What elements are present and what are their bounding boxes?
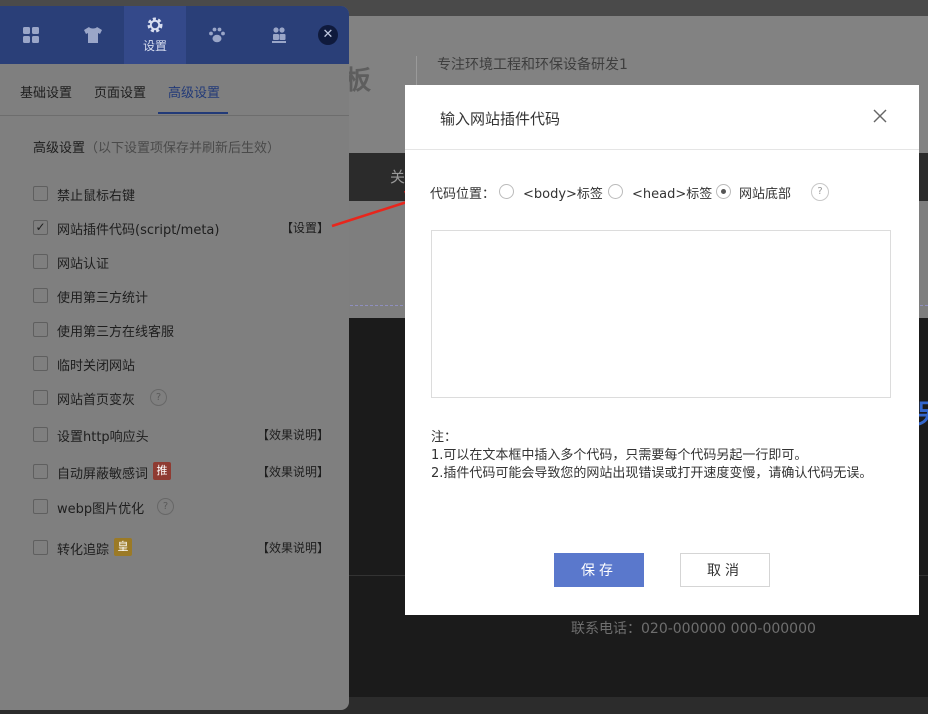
checkbox[interactable] [33,427,48,442]
option-conversion-tracking: 转化追踪 皇 【效果说明】 [33,538,333,558]
radio-footer[interactable] [716,184,731,199]
plugin-code-settings-link[interactable]: 【设置】 [281,219,329,236]
dialog-title: 输入网站插件代码 [440,110,561,128]
checkbox-checked[interactable]: ✓ [33,220,48,235]
tab-theme[interactable] [62,6,124,64]
settings-subtabs: 基础设置 页面设置 高级设置 [0,64,349,116]
panel-close-button[interactable]: ✕ [318,25,338,45]
option-label: webp图片优化 [57,502,145,517]
effect-description-link[interactable]: 【效果说明】 [257,426,329,443]
section-title: 高级设置（以下设置项保存并刷新后生效） [33,137,280,156]
note-line: 1.可以在文本框中插入多个代码，只需要每个代码另起一行即可。 [431,448,808,463]
radio-footer-label[interactable]: 网站底部 [739,183,791,202]
recommended-badge: 推 [153,462,171,480]
tab-basic-settings[interactable]: 基础设置 [20,82,72,101]
checkbox[interactable] [33,254,48,269]
option-third-party-stats: 使用第三方统计 [33,286,333,306]
checkbox[interactable] [33,464,48,479]
radio-body-label[interactable]: <body>标签 [523,183,603,202]
option-gray-homepage: 网站首页变灰 ? [33,388,333,408]
notes-title: 注： [431,430,458,445]
help-icon[interactable]: ? [150,389,167,406]
checkbox[interactable] [33,322,48,337]
checkbox[interactable] [33,288,48,303]
checkbox[interactable] [33,186,48,201]
gear-icon [147,17,163,33]
dialog-header: 输入网站插件代码 [405,85,919,150]
panel-tab-bar: 设置 ✕ [0,6,349,64]
close-icon[interactable] [871,107,889,125]
effect-description-link[interactable]: 【效果说明】 [257,463,329,480]
option-label: 设置http响应头 [57,430,149,445]
option-label: 自动屏蔽敏感词 [57,467,149,482]
tab-plugins[interactable] [186,6,248,64]
section-title-text: 高级设置 [33,141,86,156]
plugin-code-dialog: 输入网站插件代码 代码位置： <body>标签 <head>标签 网站底部 ? … [405,85,919,615]
settings-panel: 设置 ✕ 基础设置 页面设置 高级设置 高级设置（以下设置项保存并刷新后生效） [0,6,349,710]
help-icon[interactable]: ? [811,183,829,201]
option-label: 网站认证 [57,257,110,272]
tab-advanced-settings[interactable]: 高级设置 [168,82,220,101]
premium-badge: 皇 [114,538,132,556]
save-button[interactable]: 保存 [554,553,644,587]
tab-settings[interactable]: 设置 [124,6,186,64]
option-label: 网站插件代码(script/meta) [57,223,220,238]
tab-layout[interactable] [0,6,62,64]
option-third-party-chat: 使用第三方在线客服 [33,320,333,340]
checkbox[interactable] [33,540,48,555]
option-webp-optimization: webp图片优化 ? [33,497,333,517]
people-icon [272,27,286,43]
option-block-sensitive-words: 自动屏蔽敏感词 推 【效果说明】 [33,462,333,482]
option-label: 转化追踪 [57,543,110,558]
shirt-icon [84,27,102,43]
paw-icon [209,27,225,43]
code-textarea[interactable] [431,230,891,398]
notes: 注： 1.可以在文本框中插入多个代码，只需要每个代码另起一行即可。 2.插件代码… [431,429,891,483]
option-close-site: 临时关闭网站 [33,354,333,374]
tab-settings-label: 设置 [142,39,167,53]
option-label: 网站首页变灰 [57,393,136,408]
option-plugin-code: ✓ 网站插件代码(script/meta) 【设置】 [33,218,333,238]
option-label: 禁止鼠标右键 [57,189,136,204]
active-tab-underline [158,112,228,114]
option-site-verification: 网站认证 [33,252,333,272]
site-slogan: 专注环境工程和环保设备研发1 [437,57,628,73]
option-label: 临时关闭网站 [57,359,136,374]
note-line: 2.插件代码可能会导致您的网站出现错误或打开速度变慢，请确认代码无误。 [431,466,873,481]
footer-contact: 联系电话：020-000000 000-000000 [571,621,816,637]
option-disable-right-click: 禁止鼠标右键 [33,184,333,204]
option-label: 使用第三方统计 [57,291,149,306]
tab-members[interactable] [248,6,310,64]
help-icon[interactable]: ? [157,498,174,515]
checkbox[interactable] [33,390,48,405]
code-position-group: 代码位置： <body>标签 <head>标签 网站底部 ? [430,182,910,202]
checkbox[interactable] [33,356,48,371]
cancel-button[interactable]: 取消 [680,553,770,587]
code-position-label: 代码位置： [430,187,496,202]
section-hint: （以下设置项保存并刷新后生效） [85,141,281,156]
radio-head[interactable] [608,184,623,199]
radio-body[interactable] [499,184,514,199]
radio-head-label[interactable]: <head>标签 [632,183,712,202]
site-nav-item: 关 [390,168,406,186]
option-label: 使用第三方在线客服 [57,325,175,340]
effect-description-link[interactable]: 【效果说明】 [257,539,329,556]
option-http-headers: 设置http响应头 【效果说明】 [33,425,333,445]
tab-page-settings[interactable]: 页面设置 [94,82,146,101]
checkbox[interactable] [33,499,48,514]
grid-icon [23,27,39,43]
